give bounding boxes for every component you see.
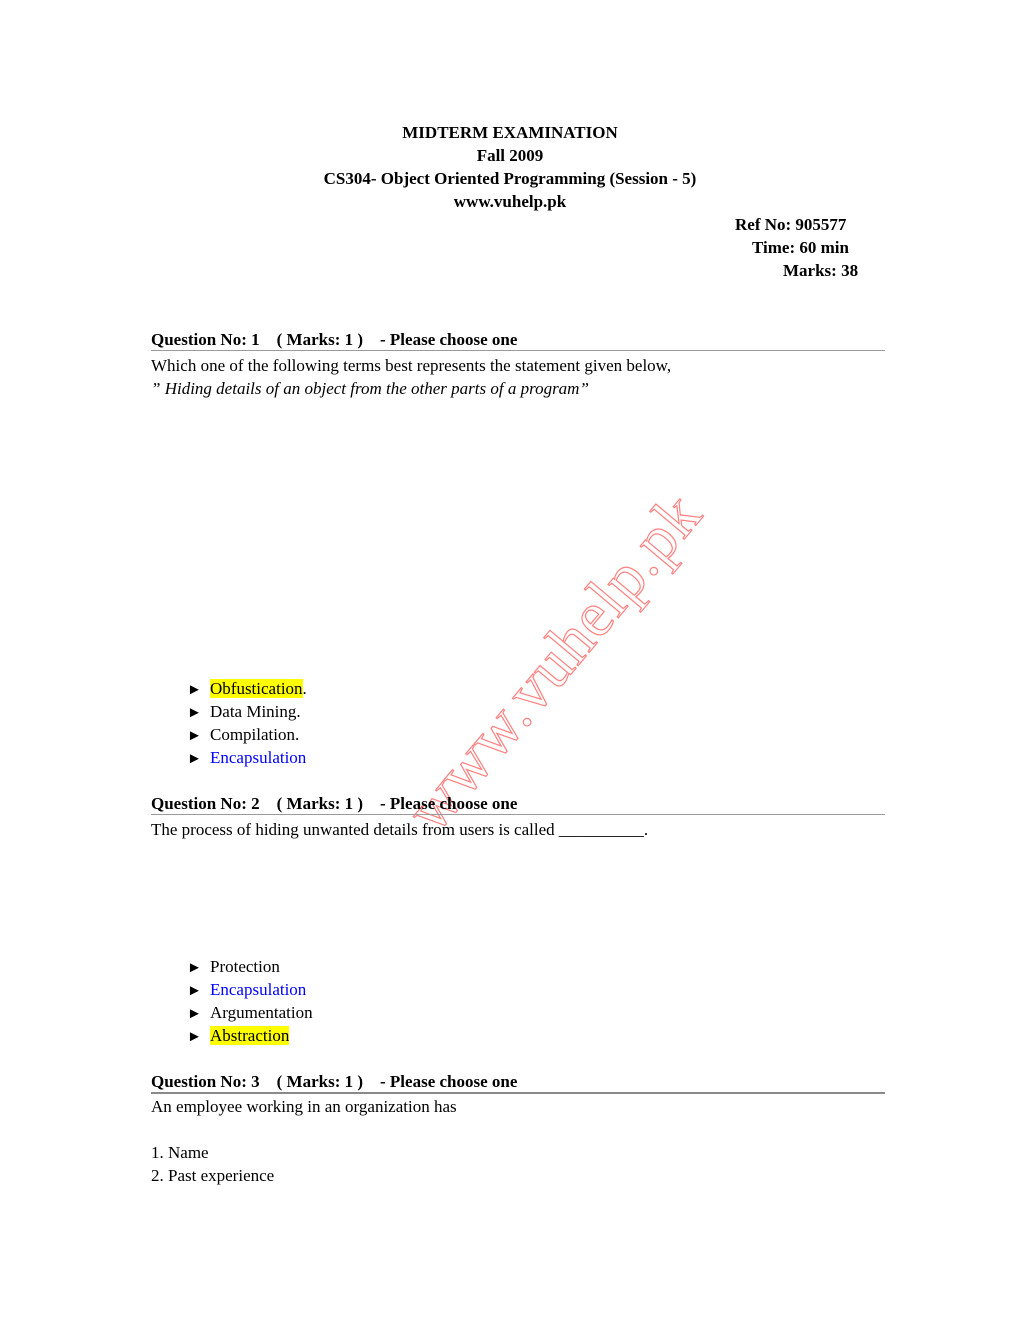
option-label: Encapsulation xyxy=(210,980,307,999)
option-bullet-icon: ► xyxy=(187,960,202,976)
question-3-heading: Question No: 3 ( Marks: 1 ) - Please cho… xyxy=(151,1072,885,1094)
time-limit: Time: 60 min xyxy=(752,238,849,257)
question-1-heading: Question No: 1 ( Marks: 1 ) - Please cho… xyxy=(151,330,885,351)
total-marks: Marks: 38 xyxy=(783,261,859,280)
question-3-item-2: 2. Past experience xyxy=(151,1166,275,1185)
question-1-text: Which one of the following terms best re… xyxy=(151,356,672,375)
ref-number: Ref No: 905577 xyxy=(735,215,847,234)
option-bullet-icon: ► xyxy=(187,751,202,767)
question-2-text: The process of hiding unwanted details f… xyxy=(151,820,649,839)
option-bullet-icon: ► xyxy=(187,983,202,999)
option-bullet-icon: ► xyxy=(187,1029,202,1045)
option-bullet-icon: ► xyxy=(187,705,202,721)
option-label: Data Mining. xyxy=(210,702,301,721)
q1-option-1[interactable]: ► Obfustication. xyxy=(187,679,307,700)
option-suffix: . xyxy=(302,679,307,698)
question-3-item-1: 1. Name xyxy=(151,1143,209,1162)
exam-title: MIDTERM EXAMINATION xyxy=(402,123,618,142)
option-label: Compilation. xyxy=(210,725,300,744)
question-3-text: An employee working in an organization h… xyxy=(151,1097,457,1116)
option-bullet-icon: ► xyxy=(187,728,202,744)
option-label: Obfustication xyxy=(210,679,303,698)
q2-option-3[interactable]: ► Argumentation xyxy=(187,1003,313,1024)
option-label: Protection xyxy=(210,957,280,976)
exam-term: Fall 2009 xyxy=(476,146,544,165)
q2-option-1[interactable]: ► Protection xyxy=(187,957,280,978)
question-2-heading: Question No: 2 ( Marks: 1 ) - Please cho… xyxy=(151,794,885,815)
website: www.vuhelp.pk xyxy=(453,192,567,211)
option-bullet-icon: ► xyxy=(187,682,202,698)
q1-option-4[interactable]: ► Encapsulation xyxy=(187,748,306,769)
question-1-quote: ” Hiding details of an object from the o… xyxy=(151,379,589,398)
option-label: Abstraction xyxy=(210,1026,290,1045)
option-label: Encapsulation xyxy=(210,748,307,767)
option-bullet-icon: ► xyxy=(187,1006,202,1022)
q2-option-2[interactable]: ► Encapsulation xyxy=(187,980,306,1001)
q2-option-4[interactable]: ► Abstraction xyxy=(187,1026,290,1047)
course-title: CS304- Object Oriented Programming (Sess… xyxy=(323,169,697,188)
watermark: www.vuhelp.pk xyxy=(391,478,715,845)
q1-option-3[interactable]: ► Compilation. xyxy=(187,725,299,746)
option-label: Argumentation xyxy=(210,1003,313,1022)
q1-option-2[interactable]: ► Data Mining. xyxy=(187,702,301,723)
